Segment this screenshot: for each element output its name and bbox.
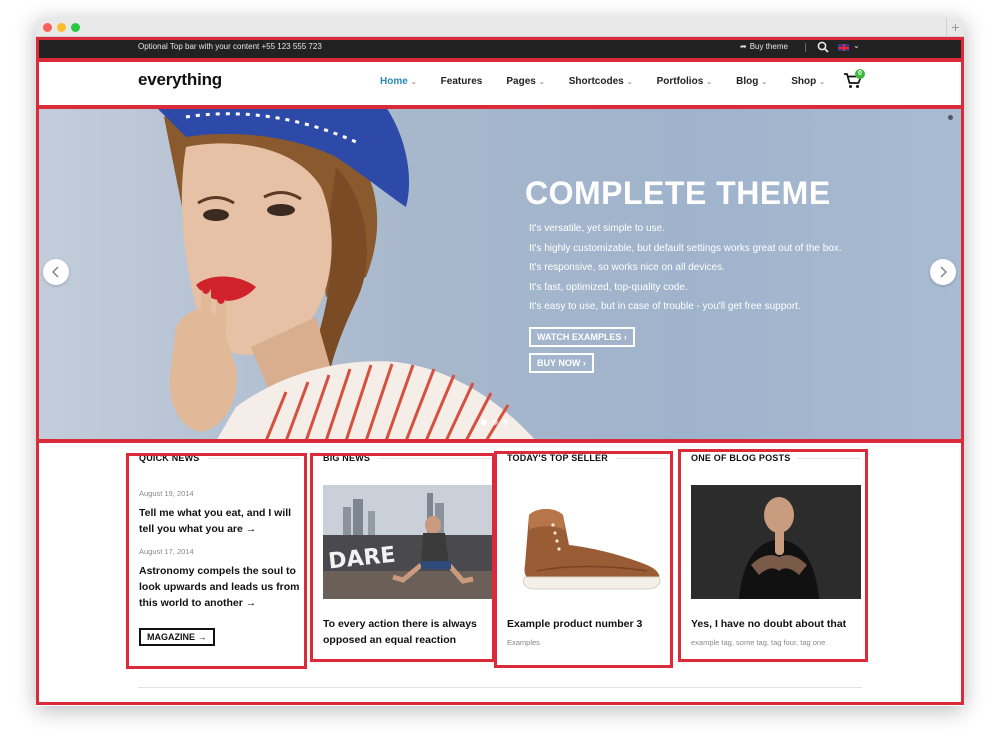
nav-item-blog[interactable]: Blog ⌄	[736, 76, 767, 87]
nav-item-label: Portfolios	[656, 76, 704, 87]
cart-count-badge: 0	[855, 69, 865, 79]
slider-bullet[interactable]	[492, 419, 498, 425]
blog-photo	[691, 485, 861, 599]
chevron-left-icon	[51, 266, 59, 278]
chevron-down-icon: ⌄	[626, 79, 633, 86]
browser-chrome: +	[36, 18, 964, 37]
news-link[interactable]: Astronomy compels the soul to look upwar…	[139, 563, 301, 611]
product-category[interactable]: Examples	[507, 638, 667, 647]
nav-item-pages[interactable]: Pages ⌄	[506, 76, 544, 87]
blog-post-image[interactable]	[691, 485, 861, 599]
blog-post-tags[interactable]: example tag, some tag, tag four, tag one	[691, 638, 861, 647]
hero-line: It's responsive, so works nice on all de…	[529, 262, 725, 274]
content-section: QUICK NEWS August 19, 2014 Tell me what …	[36, 441, 964, 706]
buy-now-button[interactable]: BUY NOW ›	[529, 353, 594, 373]
topbar-text: Optional Top bar with your content +55 1…	[138, 42, 322, 51]
topbar-divider	[805, 43, 806, 52]
slider-indicator	[948, 115, 953, 120]
flag-icon[interactable]	[838, 44, 849, 51]
nav-item-label: Pages	[506, 76, 536, 87]
shoe-photo	[507, 485, 667, 599]
search-icon[interactable]	[817, 41, 829, 53]
product-link[interactable]: Example product number 3	[507, 616, 667, 632]
chevron-right-icon	[940, 266, 948, 278]
main-nav: Home ⌄ Features Pages ⌄ Shortcodes ⌄ Portfo…	[380, 76, 849, 87]
quick-news-column: QUICK NEWS August 19, 2014 Tell me what …	[139, 453, 301, 646]
slider-next-button[interactable]	[930, 259, 956, 285]
slider-bullet[interactable]	[481, 419, 487, 425]
news-date: August 17, 2014	[139, 547, 194, 556]
browser-window: + Optional Top bar with your content +55…	[36, 18, 964, 706]
hero-line: It's easy to use, but in case of trouble…	[529, 301, 801, 313]
hero-title: COMPLETE THEME	[525, 175, 831, 211]
big-news-link[interactable]: To every action there is always opposed …	[323, 616, 494, 648]
slider-prev-button[interactable]	[43, 259, 69, 285]
nav-item-home[interactable]: Home ⌄	[380, 76, 417, 87]
section-divider	[138, 687, 862, 688]
nav-item-shortcodes[interactable]: Shortcodes ⌄	[569, 76, 633, 87]
column-title: TODAY'S TOP SELLER	[507, 453, 667, 463]
hero-line: It's versatile, yet simple to use.	[529, 223, 665, 234]
big-news-image[interactable]: DARE	[323, 485, 494, 599]
chevron-down-icon: ⌄	[706, 79, 713, 86]
magazine-button[interactable]: MAGAZINE →	[139, 628, 215, 646]
maximize-window-button[interactable]	[71, 23, 80, 32]
nav-item-portfolios[interactable]: Portfolios ⌄	[657, 76, 713, 87]
big-news-column: BIG NEWS DARE To every action there is a…	[323, 453, 494, 648]
nav-item-label: Shortcodes	[568, 76, 624, 87]
hero-slider: COMPLETE THEME It's versatile, yet simpl…	[36, 107, 964, 441]
column-title: ONE OF BLOG POSTS	[691, 453, 861, 463]
chevron-down-icon: ⌄	[538, 79, 545, 86]
hero-line: It's highly customizable, but default se…	[529, 242, 842, 254]
nav-item-label: Home	[380, 76, 408, 87]
chevron-down-icon: ⌄	[761, 79, 768, 86]
nav-item-shop[interactable]: Shop ⌄	[791, 76, 825, 87]
product-image[interactable]	[507, 485, 667, 599]
watch-examples-button[interactable]: WATCH EXAMPLES ›	[529, 327, 635, 347]
nav-item-label: Blog	[736, 76, 759, 87]
buy-theme-label: Buy theme	[749, 42, 788, 51]
site-logo[interactable]: everything	[138, 70, 222, 90]
blog-post-link[interactable]: Yes, I have no doubt about that	[691, 616, 861, 632]
new-tab-button[interactable]: +	[946, 18, 964, 37]
hero-feature-list: It's versatile, yet simple to use. It's …	[529, 223, 842, 321]
column-title: QUICK NEWS	[139, 453, 301, 463]
site-header: everything Home ⌄ Features Pages ⌄ Shortco…	[36, 58, 964, 107]
news-link[interactable]: Tell me what you eat, and I will tell yo…	[139, 505, 301, 537]
chevron-down-icon: ⌄	[819, 79, 826, 86]
news-date: August 19, 2014	[139, 489, 194, 498]
chevron-down-icon[interactable]: ⌄	[853, 41, 860, 50]
buy-theme-link[interactable]: ➦ Buy theme	[740, 42, 788, 51]
nav-item-label: Features	[440, 76, 483, 87]
arrow-icon: ➦	[740, 42, 747, 51]
big-news-photo: DARE	[323, 485, 494, 599]
top-seller-column: TODAY'S TOP SELLER Example product numbe…	[507, 453, 667, 647]
column-title: BIG NEWS	[323, 453, 494, 463]
slider-bullet[interactable]	[503, 419, 509, 425]
minimize-window-button[interactable]	[57, 23, 66, 32]
close-window-button[interactable]	[43, 23, 52, 32]
top-bar: Optional Top bar with your content +55 1…	[36, 37, 964, 58]
nav-item-label: Shop	[791, 76, 817, 87]
chevron-down-icon: ⌄	[410, 79, 417, 86]
slider-bullets	[481, 419, 509, 425]
hero-line: It's fast, optimized, top-quality code.	[529, 281, 688, 293]
blog-post-column: ONE OF BLOG POSTS Yes, I have no doubt a…	[691, 453, 861, 647]
nav-item-features[interactable]: Features	[441, 76, 483, 87]
